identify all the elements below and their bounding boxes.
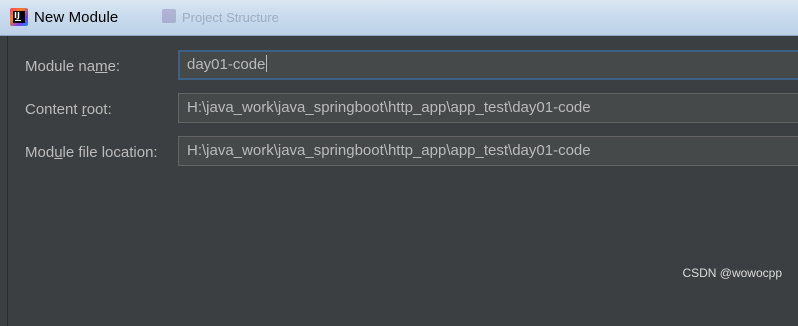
csdn-watermark: CSDN @wowocpp <box>682 266 782 280</box>
content-root-input[interactable]: H:\java_work\java_springboot\http_app\ap… <box>178 93 798 123</box>
window-title: New Module <box>34 9 119 26</box>
dialog-content: Module name: day01-code Content root: H:… <box>7 36 798 326</box>
module-name-value: day01-code <box>187 56 266 73</box>
intellij-app-icon: IJ <box>10 8 28 26</box>
content-root-value: H:\java_work\java_springboot\http_app\ap… <box>187 99 591 116</box>
module-name-input[interactable]: day01-code <box>178 50 798 80</box>
project-structure-icon <box>162 9 176 23</box>
module-file-location-value: H:\java_work\java_springboot\http_app\ap… <box>187 142 591 159</box>
background-window-ghost: Project Structure <box>158 6 398 28</box>
title-bar[interactable]: IJ New Module Project Structure <box>0 0 798 36</box>
module-file-location-input[interactable]: H:\java_work\java_springboot\http_app\ap… <box>178 136 798 166</box>
text-caret <box>266 55 268 72</box>
content-root-label: Content root: <box>25 101 112 118</box>
background-window-title: Project Structure <box>182 10 279 25</box>
module-name-label: Module name: <box>25 58 121 75</box>
module-file-location-label: Module file location: <box>25 144 158 161</box>
